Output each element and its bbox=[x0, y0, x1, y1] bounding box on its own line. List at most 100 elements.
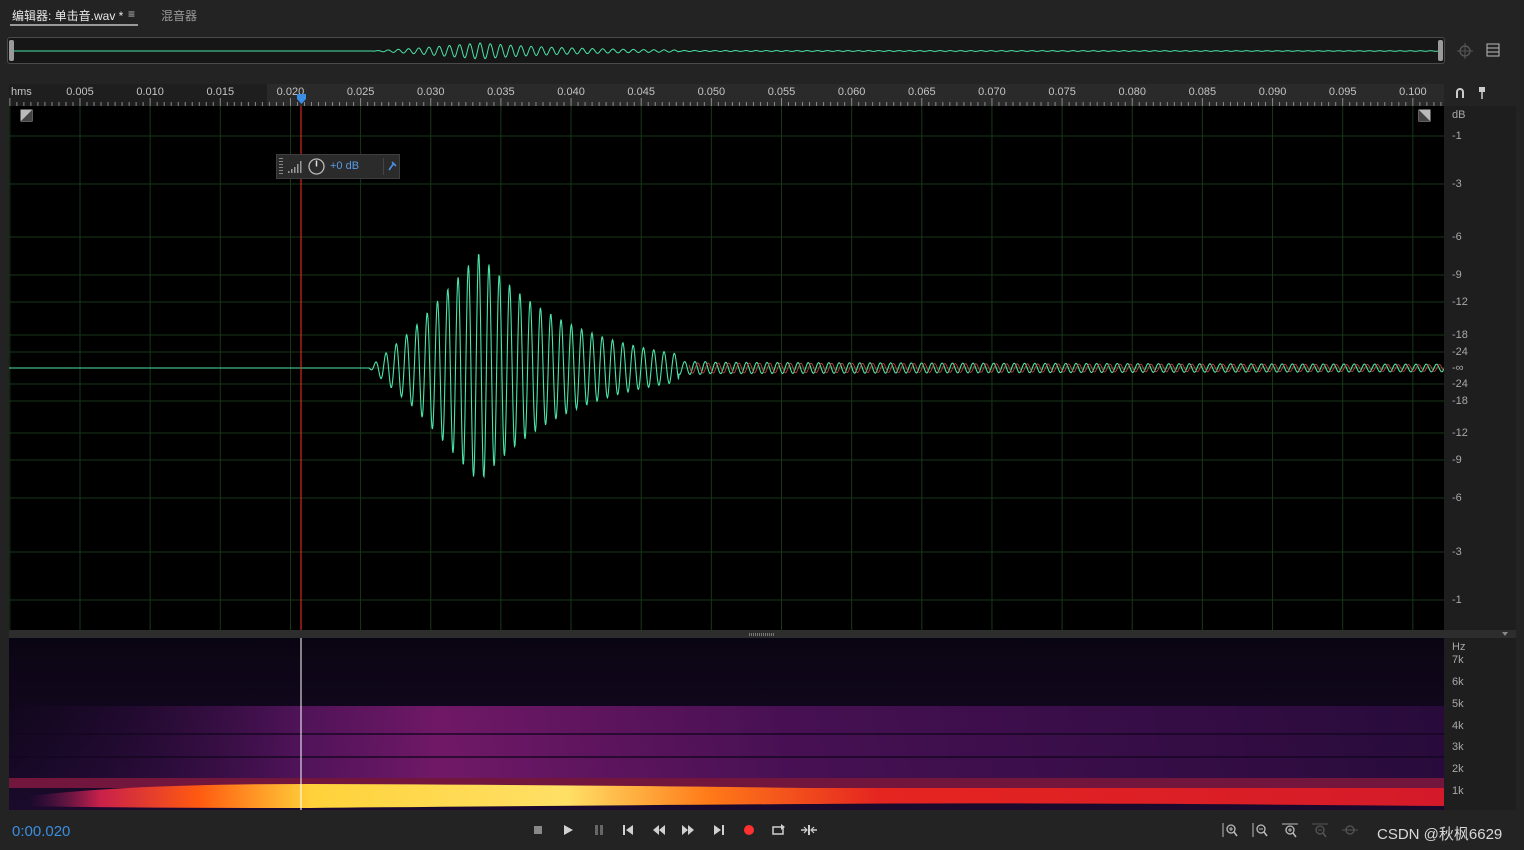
ruler-tick-label: 0.040 bbox=[557, 86, 585, 98]
frequency-label: 1k bbox=[1452, 785, 1464, 797]
snap-icon[interactable] bbox=[1453, 86, 1467, 100]
zoom-out-amplitude-icon bbox=[1252, 823, 1268, 837]
panel-menu-icon[interactable] bbox=[1486, 43, 1500, 57]
frequency-label: 7k bbox=[1452, 654, 1464, 666]
amplitude-label: -12 bbox=[1452, 427, 1468, 439]
overview-right-handle[interactable] bbox=[1438, 40, 1443, 61]
stop-button[interactable] bbox=[527, 820, 549, 840]
time-ruler[interactable]: hms 0.005 0.010 0.015 0.020 0.025 0.030 0.035 0… bbox=[9, 84, 1444, 106]
ruler-tick-label: 0.085 bbox=[1188, 86, 1217, 98]
ruler-tick-label: 0.010 bbox=[136, 86, 164, 98]
ruler-tick-label: 0.005 bbox=[66, 86, 94, 98]
hud-grip[interactable] bbox=[279, 158, 283, 175]
ruler-tick-label: 0.060 bbox=[837, 86, 866, 98]
zoom-in-time-button[interactable] bbox=[1279, 820, 1301, 840]
waveform-display[interactable] bbox=[9, 106, 1444, 630]
amplitude-unit: dB bbox=[1452, 109, 1466, 121]
hud-pin-icon[interactable] bbox=[383, 158, 400, 175]
zoom-selection-button[interactable] bbox=[1339, 820, 1361, 840]
zoom-navigator-icon[interactable] bbox=[1456, 42, 1474, 60]
amplitude-label: -1 bbox=[1452, 130, 1462, 142]
zoom-in-amplitude-button[interactable] bbox=[1219, 820, 1241, 840]
waveform-canvas bbox=[9, 106, 1444, 630]
play-button[interactable] bbox=[557, 820, 579, 840]
ruler-unit: hms bbox=[11, 86, 32, 98]
frequency-label: 2k bbox=[1452, 763, 1464, 775]
amplitude-label: -6 bbox=[1452, 492, 1462, 504]
amplitude-label: -1 bbox=[1452, 594, 1462, 606]
playhead-marker-icon[interactable] bbox=[296, 93, 307, 105]
rewind-icon bbox=[653, 825, 665, 835]
gain-knob[interactable] bbox=[308, 158, 325, 175]
fade-in-handle-icon[interactable] bbox=[20, 109, 33, 122]
ruler-tick-label: 0.080 bbox=[1118, 86, 1147, 98]
ruler-tick-label: 0.045 bbox=[627, 86, 655, 98]
frequency-unit: Hz bbox=[1452, 641, 1466, 653]
tab-mixer[interactable]: 混音器 bbox=[161, 7, 197, 24]
overview-navigator[interactable] bbox=[7, 37, 1445, 64]
amplitude-label: -18 bbox=[1452, 395, 1468, 407]
zoom-out-time-button[interactable] bbox=[1309, 820, 1331, 840]
ruler-tick-label: 0.035 bbox=[487, 86, 515, 98]
record-button[interactable] bbox=[738, 820, 760, 840]
gain-value[interactable]: +0 dB bbox=[330, 160, 359, 172]
frequency-label: 4k bbox=[1452, 720, 1464, 732]
pause-icon bbox=[595, 825, 603, 835]
amplitude-label: -∞ bbox=[1452, 362, 1464, 374]
stop-icon bbox=[534, 826, 542, 834]
spectral-frequency-display[interactable] bbox=[9, 638, 1444, 810]
fast-forward-icon bbox=[682, 825, 694, 835]
ruler-tick-label: 0.100 bbox=[1399, 86, 1427, 98]
loop-icon bbox=[772, 824, 785, 835]
pause-button[interactable] bbox=[588, 820, 610, 840]
amplitude-label: -3 bbox=[1452, 546, 1462, 558]
record-icon bbox=[744, 825, 754, 835]
watermark: CSDN @秋枫6629 bbox=[1377, 826, 1503, 843]
amplitude-label: -9 bbox=[1452, 269, 1462, 281]
amplitude-label: -6 bbox=[1452, 231, 1462, 243]
chevron-down-icon[interactable] bbox=[1502, 632, 1508, 636]
amplitude-label: -3 bbox=[1452, 178, 1462, 190]
ruler-tick-label: 0.090 bbox=[1258, 86, 1287, 98]
frequency-scale[interactable]: Hz 7k 6k 5k 4k 3k 2k 1k bbox=[1444, 638, 1516, 810]
skip-to-end-icon bbox=[714, 825, 724, 835]
level-meter-icon bbox=[288, 161, 302, 173]
frequency-label: 3k bbox=[1452, 741, 1464, 753]
tab-editor[interactable]: 编辑器: 单击音.wav * bbox=[12, 7, 123, 24]
gain-hud[interactable]: +0 dB bbox=[276, 154, 400, 179]
waveform-trace bbox=[9, 253, 1444, 479]
amplitude-label: -9 bbox=[1452, 454, 1462, 466]
ruler-tick-label: 0.065 bbox=[908, 86, 936, 98]
spectrogram-canvas bbox=[9, 638, 1444, 810]
ruler-tick-label: 0.095 bbox=[1328, 86, 1357, 98]
frequency-label: 5k bbox=[1452, 698, 1464, 710]
fast-forward-button[interactable] bbox=[677, 820, 699, 840]
ruler-tick-label: 0.030 bbox=[416, 86, 445, 98]
zoom-out-time-icon bbox=[1312, 823, 1328, 838]
zoom-out-amplitude-button[interactable] bbox=[1249, 820, 1271, 840]
tab-menu-icon[interactable]: ≡ bbox=[128, 7, 135, 21]
splitter-grip[interactable] bbox=[749, 633, 775, 636]
rewind-button[interactable] bbox=[648, 820, 670, 840]
amplitude-label: -24 bbox=[1452, 378, 1468, 390]
skip-selection-button[interactable] bbox=[798, 820, 820, 840]
ruler-tick-label: 0.050 bbox=[697, 86, 726, 98]
view-splitter[interactable] bbox=[9, 630, 1516, 638]
amplitude-label: -12 bbox=[1452, 296, 1468, 308]
amplitude-label: -18 bbox=[1452, 329, 1468, 341]
pin-icon[interactable] bbox=[1476, 86, 1488, 100]
skip-to-start-button[interactable] bbox=[617, 820, 639, 840]
ruler-tick-label: 0.055 bbox=[767, 86, 796, 98]
frequency-label: 6k bbox=[1452, 676, 1464, 688]
amplitude-scale[interactable]: dB -1 -3 -6 -9 -12 -18 -24 -∞ -24 -18 -12 -9 -6 -3 -1 bbox=[1444, 106, 1516, 630]
fade-out-handle-icon[interactable] bbox=[1418, 109, 1431, 122]
zoom-in-time-icon bbox=[1282, 823, 1298, 838]
current-time-display[interactable]: 0:00.020 bbox=[12, 823, 70, 840]
loop-button[interactable] bbox=[768, 820, 790, 840]
ruler-tick-label: 0.025 bbox=[346, 86, 375, 98]
skip-to-end-button[interactable] bbox=[708, 820, 730, 840]
play-icon bbox=[564, 825, 573, 835]
zoom-in-amplitude-icon bbox=[1222, 823, 1238, 837]
ruler-tick-label: 0.015 bbox=[206, 86, 235, 98]
amplitude-label: -24 bbox=[1452, 346, 1468, 358]
